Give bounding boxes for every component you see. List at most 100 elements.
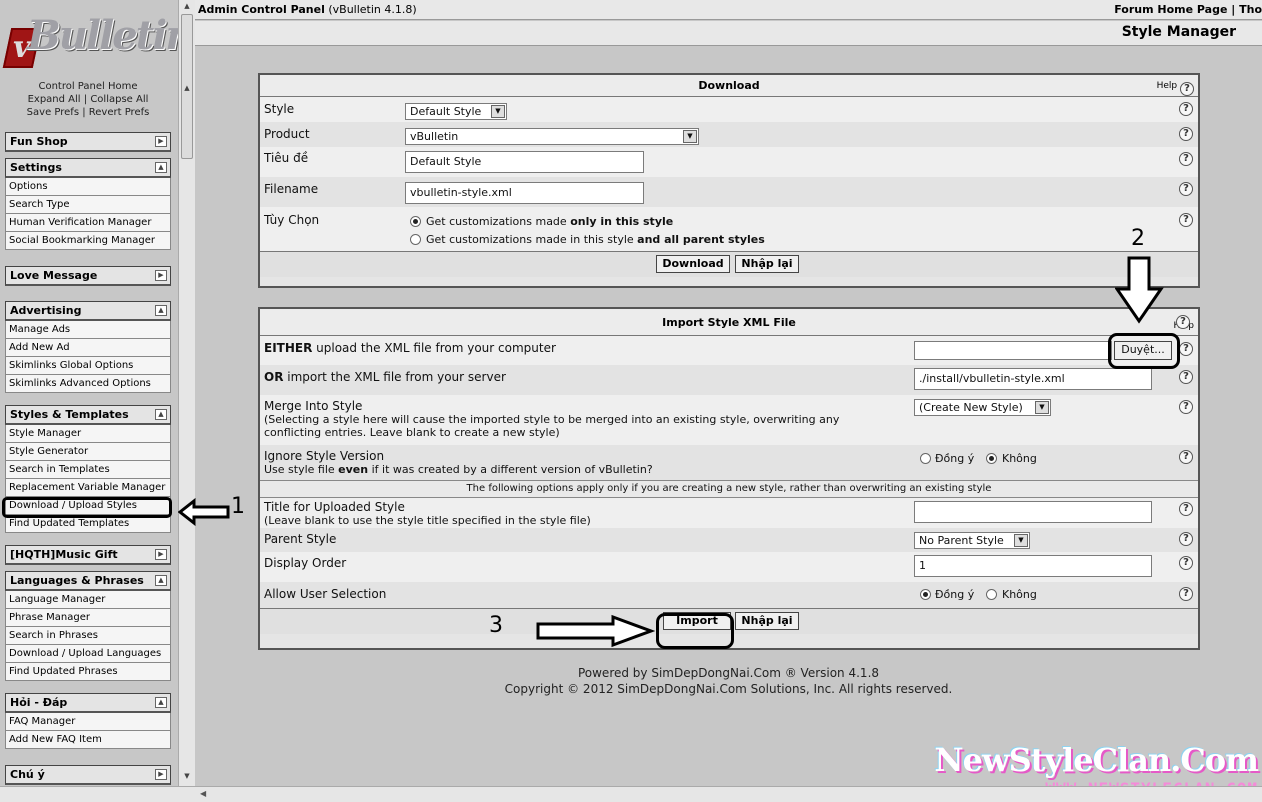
save-prefs-link[interactable]: Save Prefs [27,107,79,118]
style-select[interactable]: Default Style ▼ [405,103,507,120]
nav-item[interactable]: Social Bookmarking Manager [5,232,171,250]
forum-home-link[interactable]: Forum Home Page | Tho [1114,0,1262,20]
download-footer: Download Nhập lại [260,251,1198,277]
nav-item[interactable]: Phrase Manager [5,609,171,627]
nav-item[interactable]: FAQ Manager [5,713,171,731]
help-icon[interactable]: ? [1179,502,1193,516]
expand-all-link[interactable]: Expand All [28,94,81,105]
help-icon[interactable]: ? [1179,400,1193,414]
collapse-icon[interactable]: ▲ [155,697,167,708]
parent-style-select[interactable]: No Parent Style ▼ [914,532,1030,549]
ignore-yes-radio[interactable] [920,453,931,464]
help-icon[interactable]: ? [1179,182,1193,196]
nav-item[interactable]: Style Generator [5,443,171,461]
nav-group-title: [HQTH]Music Gift [10,548,118,561]
nav-item[interactable]: Skimlinks Advanced Options [5,375,171,393]
help-icon[interactable]: ? [1179,587,1193,601]
left-scrollbar[interactable]: ▲ ▲ ▼ [178,0,195,786]
download-button[interactable]: Download [656,255,730,273]
expand-icon[interactable]: ▶ [155,270,167,281]
filename-input[interactable]: vbulletin-style.xml [405,182,644,204]
collapse-icon[interactable]: ▲ [155,409,167,420]
upload-file-input[interactable] [914,341,1112,360]
nav-item[interactable]: Language Manager [5,591,171,609]
expand-icon[interactable]: ▶ [155,769,167,780]
import-reset-button[interactable]: Nhập lại [735,612,799,630]
chevron-down-icon: ▼ [1035,401,1049,414]
radio-all-parent-styles[interactable] [410,234,421,245]
nav-item[interactable]: Skimlinks Global Options [5,357,171,375]
bottom-scrollbar[interactable]: ◀ [0,786,1262,802]
nav-item[interactable]: Search Type [5,196,171,214]
nav-item[interactable]: Add New Ad [5,339,171,357]
cp-links: Control Panel Home Expand All | Collapse… [26,81,150,118]
nav-group-header[interactable]: Chú ý ▶ [5,765,171,785]
scroll-left-icon[interactable]: ◀ [200,789,206,798]
download-help[interactable]: Help ? [1157,76,1194,97]
upload-title-input[interactable] [914,501,1152,523]
display-order-input[interactable]: 1 [914,555,1152,577]
collapse-icon[interactable]: ▲ [155,575,167,586]
nav-group-header[interactable]: Fun Shop ▶ [5,132,171,152]
import-help-icon[interactable]: ? [1176,315,1190,329]
nav-group-title: Advertising [10,304,82,317]
nav-item[interactable]: Options [5,178,171,196]
nav-item[interactable]: Find Updated Phrases [5,663,171,681]
ignore-no-radio[interactable] [986,453,997,464]
allow-yes-radio[interactable] [920,589,931,600]
parent-style-value: No Parent Style [919,534,1004,547]
annotation-number-1: 1 [231,494,245,519]
help-icon[interactable]: ? [1179,556,1193,570]
help-icon[interactable]: ? [1179,342,1193,356]
radio-only-this-style[interactable] [410,216,421,227]
help-icon[interactable]: ? [1179,152,1193,166]
cp-home-link[interactable]: Control Panel Home [38,81,137,92]
allow-no-radio[interactable] [986,589,997,600]
nav-group-header[interactable]: Settings ▲ [5,158,171,178]
expand-icon[interactable]: ▶ [155,549,167,560]
help-icon[interactable]: ? [1179,102,1193,116]
nav-item[interactable]: Style Manager [5,425,171,443]
revert-prefs-link[interactable]: Revert Prefs [89,107,150,118]
down-arrow-icon [1115,256,1164,324]
nav-item[interactable]: Manage Ads [5,321,171,339]
collapse-icon[interactable]: ▲ [155,162,167,173]
scroll-down-icon[interactable]: ▼ [181,772,193,782]
page-title: Style Manager [1121,24,1236,40]
help-icon[interactable]: ? [1179,450,1193,464]
product-select[interactable]: vBulletin ▼ [405,128,699,145]
nav-item[interactable]: Download / Upload Languages [5,645,171,663]
server-path-input[interactable]: ./install/vbulletin-style.xml [914,368,1152,390]
chevron-down-icon: ▼ [683,130,697,143]
nav-group-header[interactable]: Advertising ▲ [5,301,171,321]
help-icon[interactable]: ? [1179,127,1193,141]
upload-label: EITHER upload the XML file from your com… [264,341,556,355]
nav-group-header[interactable]: Love Message ▶ [5,266,171,286]
nav-item[interactable]: Replacement Variable Manager [5,479,171,497]
merge-select[interactable]: (Create New Style) ▼ [914,399,1051,416]
collapse-icon[interactable]: ▲ [155,305,167,316]
nav-group-header[interactable]: Styles & Templates ▲ [5,405,171,425]
acp-version: (vBulletin 4.1.8) [328,3,417,16]
collapse-all-link[interactable]: Collapse All [90,94,148,105]
help-icon[interactable]: ? [1179,370,1193,384]
nav-group-header[interactable]: Languages & Phrases ▲ [5,571,171,591]
import-header: Import Style XML File Help [260,309,1198,336]
help-icon[interactable]: ? [1179,532,1193,546]
help-icon[interactable]: ? [1180,82,1194,96]
row-product: Product vBulletin ▼ ? [260,122,1198,147]
download-reset-button[interactable]: Nhập lại [735,255,799,273]
scroll-up-icon[interactable]: ▲ [181,2,193,12]
nav-group-header[interactable]: [HQTH]Music Gift ▶ [5,545,171,565]
nav-item[interactable]: Add New FAQ Item [5,731,171,749]
nav-item[interactable]: Search in Templates [5,461,171,479]
left-arrow-icon [178,498,230,526]
expand-icon[interactable]: ▶ [155,136,167,147]
nav-group-header[interactable]: Hỏi - Đáp ▲ [5,693,171,713]
new-style-notice: The following options apply only if you … [260,480,1198,498]
help-icon[interactable]: ? [1179,213,1193,227]
nav-item[interactable]: Search in Phrases [5,627,171,645]
parent-style-label: Parent Style [264,532,337,546]
nav-item[interactable]: Human Verification Manager [5,214,171,232]
title-input[interactable]: Default Style [405,151,644,173]
